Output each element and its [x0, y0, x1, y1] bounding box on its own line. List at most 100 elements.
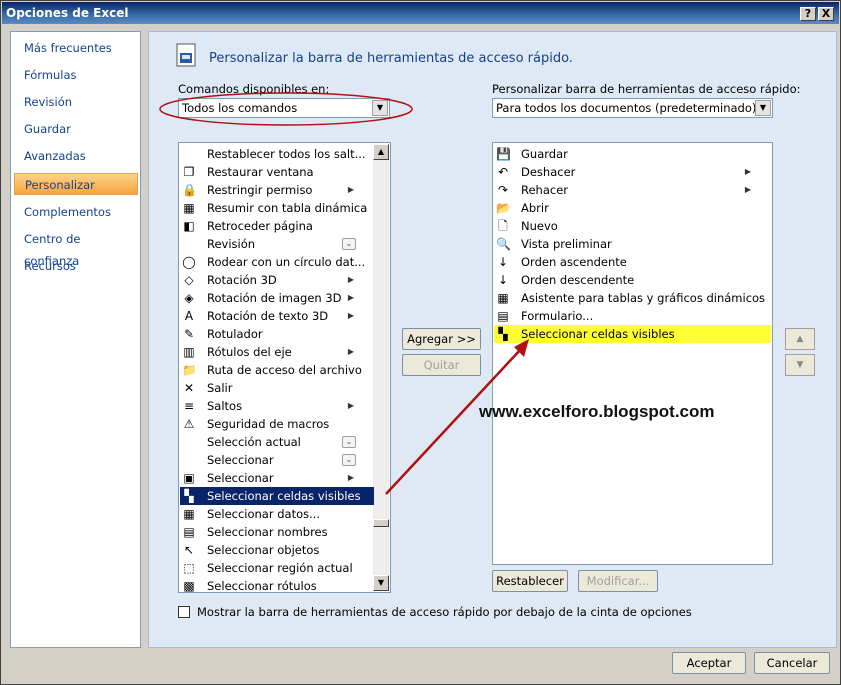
list-item-label: Abrir [521, 201, 549, 215]
list-item-label: Selección actual [207, 435, 301, 449]
nav-item-formulas[interactable]: Fórmulas [14, 64, 138, 86]
nav-item-recursos[interactable]: Recursos [14, 255, 138, 277]
nav-item-centro-confianza[interactable]: Centro de confianza [14, 228, 138, 268]
scroll-up-icon[interactable]: ▲ [373, 144, 389, 160]
list-item-label: Ruta de acceso del archivo [207, 363, 362, 377]
modify-button[interactable]: Modificar... [578, 570, 658, 592]
list-item-label: Salir [207, 381, 233, 395]
commands-list-item[interactable]: Selección actual ⌄ [180, 433, 374, 451]
commands-list-item[interactable]: Revisión ⌄ [180, 235, 374, 253]
nav-item-guardar[interactable]: Guardar [14, 118, 138, 140]
toolbar-below-ribbon-checkbox[interactable] [178, 606, 190, 618]
list-item-label: Revisión [207, 237, 256, 251]
commands-list-item[interactable]: ◇ Rotación 3D ▶ [180, 271, 374, 289]
sort-asc-icon: ↓ [497, 255, 509, 269]
list-item-label: Seleccionar [207, 471, 274, 485]
close-button[interactable]: X [818, 7, 834, 21]
commands-list-item[interactable]: ▥ Rótulos del eje ▶ [180, 343, 374, 361]
help-button[interactable]: ? [800, 7, 816, 21]
form-icon: ▤ [497, 309, 509, 323]
pivot-table-icon: ▦ [183, 201, 195, 215]
list-item-label: Seleccionar rótulos [207, 579, 317, 593]
commands-list-item[interactable]: ▣ Seleccionar ▶ [180, 469, 374, 487]
nav-item-revision[interactable]: Revisión [14, 91, 138, 113]
toolbar-list-item[interactable]: 🗋 Nuevo [494, 217, 771, 235]
nav-item-mas-frecuentes[interactable]: Más frecuentes [14, 37, 138, 59]
exit-icon: ✕ [183, 381, 195, 395]
list-item-label: Resumir con tabla dinámica [207, 201, 368, 215]
cancel-button[interactable]: Cancelar [754, 652, 830, 674]
reset-button[interactable]: Restablecer [492, 570, 568, 592]
commands-list-item[interactable]: A Rotación de texto 3D ▶ [180, 307, 374, 325]
toolbar-list-item[interactable]: ▦ Asistente para tablas y gráficos dinámi… [494, 289, 771, 307]
commands-list-item[interactable]: ⚠ Seguridad de macros [180, 415, 374, 433]
toolbar-list-item[interactable]: ↶ Deshacer ▶ [494, 163, 771, 181]
commands-list-item[interactable]: ▦ Seleccionar datos... [180, 505, 374, 523]
toolbar-scope-dropdown[interactable]: Para todos los documentos (predeterminad… [492, 98, 773, 118]
sort-desc-icon: ↓ [497, 273, 509, 287]
move-up-button[interactable]: ▲ [785, 328, 815, 350]
ok-button[interactable]: Aceptar [672, 652, 746, 674]
commands-list-item[interactable]: ▩ Seleccionar rótulos [180, 577, 374, 593]
title-bar: Opciones de Excel ? X [2, 2, 839, 24]
toolbar-list-item[interactable]: 🔍 Vista preliminar [494, 235, 771, 253]
commands-list-item[interactable]: ⬚ Seleccionar región actual [180, 559, 374, 577]
toolbar-below-ribbon-label: Mostrar la barra de herramientas de acce… [197, 605, 692, 619]
move-down-button[interactable]: ▼ [785, 354, 815, 376]
commands-list-item[interactable]: Seleccionar ⌄ [180, 451, 374, 469]
list-item-label: Saltos [207, 399, 243, 413]
toolbar-scope-value: Para todos los documentos (predeterminad… [496, 101, 757, 115]
open-folder-icon: 📂 [496, 201, 511, 215]
toolbar-list-item[interactable]: ↓ Orden descendente [494, 271, 771, 289]
list-item-label: Restablecer todos los salt... [207, 147, 366, 161]
toolbar-list-item[interactable]: 💾 Guardar [494, 145, 771, 163]
toolbar-list-item[interactable]: ↷ Rehacer ▶ [494, 181, 771, 199]
commands-list-item[interactable]: ✎ Rotulador [180, 325, 374, 343]
commands-list-item[interactable]: Restablecer todos los salt... [180, 145, 374, 163]
list-item-label: Orden descendente [521, 273, 635, 287]
commands-list-item[interactable]: ▤ Seleccionar nombres [180, 523, 374, 541]
toolbar-list-item[interactable]: ▤ Formulario... [494, 307, 771, 325]
list-item-label: Deshacer [521, 165, 576, 179]
submenu-arrow-icon: ▶ [347, 473, 354, 482]
circle-data-icon: ◯ [182, 255, 196, 269]
nav-item-complementos[interactable]: Complementos [14, 201, 138, 223]
commands-list[interactable]: ▲ ▼ Restablecer todos los salt... ❐ Restau… [178, 142, 391, 593]
toolbar-list-item[interactable]: ↓ Orden ascendente [494, 253, 771, 271]
commands-list-item[interactable]: ✕ Salir [180, 379, 374, 397]
commands-list-item[interactable]: ≡ Saltos ▶ [180, 397, 374, 415]
commands-list-item[interactable]: ◯ Rodear con un círculo dat... [180, 253, 374, 271]
commands-list-item[interactable]: 🔒 Restringir permiso ▶ [180, 181, 374, 199]
new-document-icon: 🗋 [498, 219, 508, 233]
commands-list-item[interactable]: ◈ Rotación de imagen 3D ▶ [180, 289, 374, 307]
dropdown-marker-icon: ⌄ [342, 238, 356, 250]
list-item-label: Formulario... [521, 309, 594, 323]
print-preview-icon: 🔍 [496, 237, 511, 251]
list-item-label: Rótulos del eje [207, 345, 292, 359]
list-item-label: Vista preliminar [521, 237, 612, 251]
scroll-down-icon[interactable]: ▼ [373, 575, 389, 591]
nav-item-personalizar[interactable]: Personalizar [14, 173, 138, 195]
toolbar-list-item[interactable]: 📂 Abrir [494, 199, 771, 217]
chevron-down-icon[interactable]: ▼ [755, 100, 771, 116]
quick-access-icon [176, 43, 196, 67]
window-title: Opciones de Excel [6, 6, 129, 20]
list-item-label: Rodear con un círculo dat... [207, 255, 366, 269]
list-item-label: Rotación de imagen 3D [207, 291, 342, 305]
commands-list-item[interactable]: ▦ Resumir con tabla dinámica [180, 199, 374, 217]
commands-list-item[interactable]: ◧ Retroceder página [180, 217, 374, 235]
nav-item-avanzadas[interactable]: Avanzadas [14, 145, 138, 167]
commands-list-item[interactable]: ❐ Restaurar ventana [180, 163, 374, 181]
commands-list-item[interactable]: ▚ Seleccionar celdas visibles [180, 487, 374, 505]
list-item-label: Seleccionar celdas visibles [207, 489, 361, 503]
marker-icon: ✎ [183, 327, 195, 341]
warning-icon: ⚠ [183, 417, 195, 431]
list-item-label: Seleccionar nombres [207, 525, 328, 539]
toolbar-label: Personalizar barra de herramientas de ac… [492, 82, 801, 96]
commands-list-item[interactable]: 📁 Ruta de acceso del archivo [180, 361, 374, 379]
cursor-icon: ↖ [183, 543, 195, 557]
submenu-arrow-icon: ▶ [744, 185, 751, 194]
commands-list-item[interactable]: ↖ Seleccionar objetos [180, 541, 374, 559]
scroll-thumb[interactable] [373, 519, 389, 527]
list-item-label: Retroceder página [207, 219, 313, 233]
